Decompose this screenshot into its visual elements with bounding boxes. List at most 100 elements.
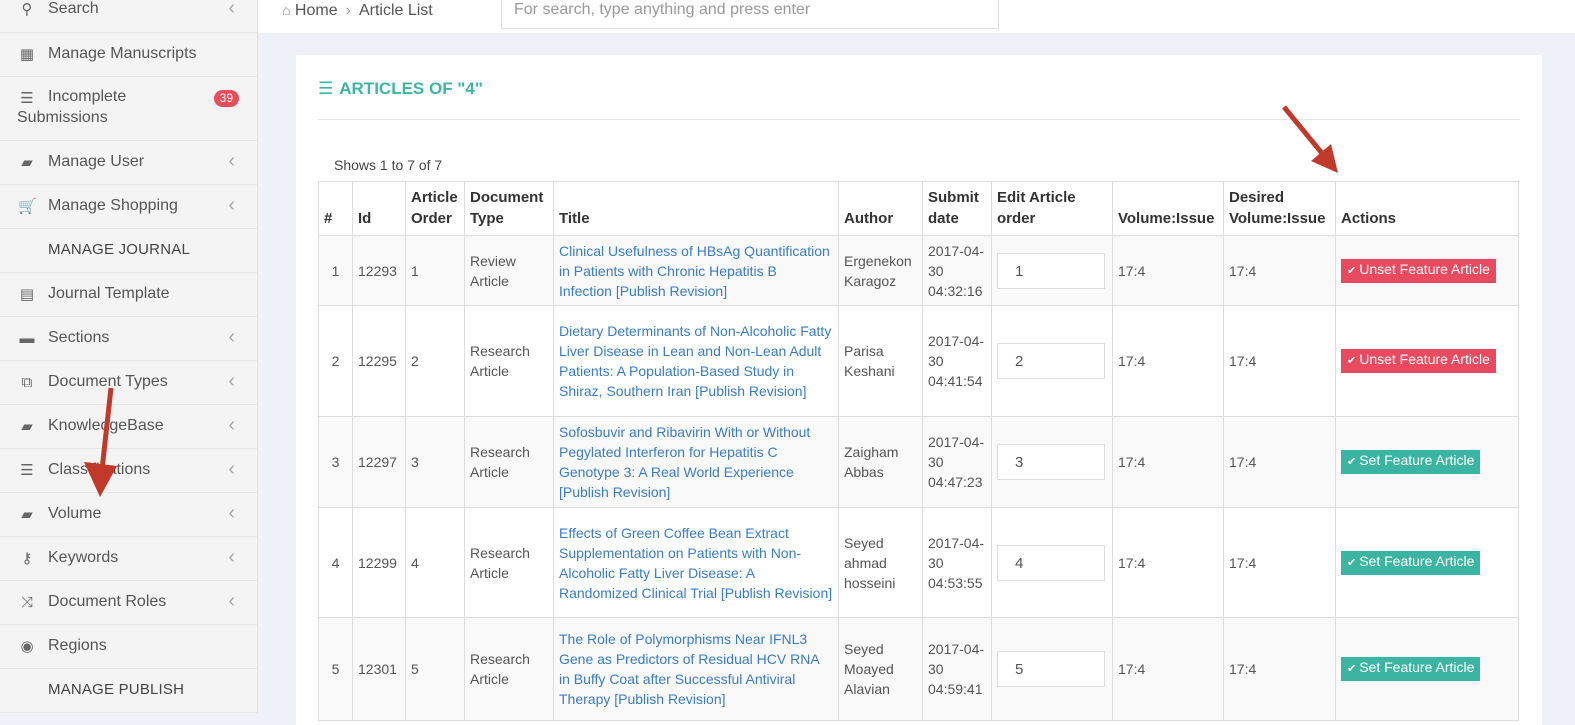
column-header: Volume:Issue [1112, 181, 1224, 236]
author-cell: Seyed ahmad hosseini [838, 507, 923, 618]
sidebar-item-sections[interactable]: ▬ Sections ‹ [0, 317, 257, 361]
unset-feature-button[interactable]: ✔ Unset Feature Article [1341, 349, 1496, 373]
breadcrumb-current: Article List [358, 2, 433, 19]
globe-icon: ◉ [20, 638, 34, 655]
set-feature-button[interactable]: ✔ Set Feature Article [1341, 550, 1481, 575]
sidebar-item-manage-manuscripts[interactable]: ▦ Manage Manuscripts [0, 33, 257, 77]
sidebar-item-manage-shopping[interactable]: 🛒 Manage Shopping ‹ [0, 185, 257, 229]
title-cell: Dietary Determinants of Non-Alcoholic Fa… [553, 305, 839, 417]
set-feature-button[interactable]: ✔ Set Feature Article [1341, 450, 1481, 474]
desired-volume-issue-cell: 17:4 [1223, 235, 1336, 306]
set-feature-button[interactable]: ✔ Set Feature Article [1341, 657, 1481, 681]
article-order-input[interactable]: 4 [997, 544, 1105, 581]
sidebar-item-label: Journal Template [48, 285, 170, 302]
sidebar-item-journal-template[interactable]: ▤ Journal Template [0, 273, 257, 317]
sidebar-item-label: Keywords [48, 549, 119, 566]
article-order-input[interactable]: 5 [997, 651, 1105, 687]
row-number-cell: 4 [318, 507, 353, 618]
sidebar-item-document-types[interactable]: ⧉ Document Types ‹ [0, 361, 257, 405]
article-title-link[interactable]: Dietary Determinants of Non-Alcoholic Fa… [559, 323, 831, 399]
sidebar-item-search[interactable]: ⚲ Search ‹ [0, 0, 257, 33]
author-cell: Zaigham Abbas [838, 416, 923, 508]
article-order-cell: 3 [405, 416, 465, 508]
volume-issue-cell: 17:4 [1112, 617, 1224, 721]
edit-order-cell: 1 [991, 235, 1113, 306]
chevron-left-icon: ‹ [228, 546, 235, 568]
home-icon: ⌂ [282, 2, 291, 18]
sidebar-item-document-roles[interactable]: ⤨ Document Roles ‹ [0, 581, 257, 625]
article-order-input[interactable]: 3 [997, 444, 1105, 480]
search-input[interactable]: For search, type anything and press ente… [501, 0, 999, 29]
sidebar-item-keywords[interactable]: ⚷ Keywords ‹ [0, 537, 257, 581]
sidebar-item-manage-user[interactable]: ▰ Manage User ‹ [0, 141, 257, 185]
template-icon: ▤ [19, 286, 35, 303]
edit-order-cell: 2 [991, 305, 1113, 417]
pagination-info: Shows 1 to 7 of 7 [334, 157, 443, 173]
author-cell: Seyed Moayed Alavian [838, 617, 923, 721]
count-badge: 39 [213, 90, 239, 107]
article-title-link[interactable]: Clinical Usefulness of HBsAg Quantificat… [559, 243, 830, 299]
actions-cell: ✔ Unset Feature Article [1335, 305, 1519, 417]
actions-cell: ✔ Unset Feature Article [1335, 235, 1519, 306]
dashboard-icon: ▦ [19, 46, 35, 63]
column-header: Title [553, 181, 839, 236]
sidebar-item-volume[interactable]: ▰ Volume ‹ [0, 493, 257, 537]
chevron-left-icon: ‹ [228, 370, 235, 392]
column-header: Submit date [922, 181, 992, 236]
column-header: # [318, 181, 353, 236]
author-cell: Ergenekon Karagoz [838, 235, 923, 306]
document-type-cell: Research Article [464, 617, 554, 721]
submit-date-cell: 2017-04-30 04:41:54 [922, 305, 992, 417]
article-order-input[interactable]: 2 [997, 343, 1105, 379]
table-header-row: # Id Article Order Document Type Title Author… [318, 181, 1519, 236]
sidebar-item-regions[interactable]: ◉ Regions [0, 625, 257, 669]
chevron-left-icon: ‹ [228, 194, 235, 216]
article-order-cell: 1 [405, 235, 465, 306]
sidebar-item-label: KnowledgeBase [48, 417, 164, 434]
sidebar-item-manage-journal: MANAGE JOURNAL [0, 229, 257, 273]
book-icon: ▰ [21, 418, 33, 435]
column-header: Desired Volume:Issue [1223, 181, 1336, 236]
column-header: Author [838, 181, 923, 236]
sidebar-item-knowledgebase[interactable]: ▰ KnowledgeBase ‹ [0, 405, 257, 449]
table-row: 2 12295 2 Research Article Dietary Determina… [318, 305, 1519, 417]
sidebar-item-incomplete[interactable]: ☰ Incomplete Submissions 39 [0, 77, 257, 141]
table-row: 1 12293 1 Review Article Clinical Usefulness… [318, 235, 1519, 306]
list-icon: ☰ [20, 90, 34, 107]
check-icon: ✔ [1347, 264, 1357, 277]
row-number-cell: 1 [318, 235, 353, 306]
article-title-link[interactable]: Sofosbuvir and Ribavirin With or Without… [559, 424, 810, 500]
column-header: Edit Article order [991, 181, 1113, 236]
article-title-link[interactable]: The Role of Polymorphisms Near IFNL3 Gen… [559, 631, 819, 707]
breadcrumb-home[interactable]: Home [295, 2, 338, 19]
unset-feature-button[interactable]: ✔ Unset Feature Article [1341, 258, 1496, 283]
check-icon: ✔ [1347, 456, 1357, 468]
title-cell: Effects of Green Coffee Bean Extract Sup… [553, 507, 839, 618]
article-order-input[interactable]: 1 [997, 252, 1105, 289]
folder-icon: ▬ [19, 330, 35, 347]
search-placeholder: For search, type anything and press ente… [514, 1, 811, 18]
sidebar-item-label: Manage Manuscripts [48, 45, 197, 62]
feature-button-label: Set Feature Article [1359, 552, 1475, 569]
article-title-link[interactable]: Effects of Green Coffee Bean Extract Sup… [559, 525, 832, 601]
article-id-cell: 12299 [352, 507, 406, 618]
sidebar-item-manage-publish: MANAGE PUBLISH [0, 669, 257, 713]
breadcrumb: ⌂ Home › Article List [282, 2, 433, 20]
document-type-cell: Research Article [464, 305, 554, 417]
divider [318, 119, 1520, 120]
chevron-left-icon: ‹ [228, 0, 235, 19]
cart-icon: 🛒 [18, 198, 37, 215]
sidebar-item-label: Regions [48, 637, 107, 654]
sidebar: ⚲ Search ‹ ▦ Manage Manuscripts ☰ Incomplete Su… [0, 0, 258, 713]
submit-date-cell: 2017-04-30 04:53:55 [922, 507, 992, 618]
edit-order-cell: 5 [991, 617, 1113, 721]
row-number-cell: 5 [318, 617, 353, 721]
actions-cell: ✔ Set Feature Article [1335, 507, 1519, 618]
sidebar-item-classifications[interactable]: ☰ Classifications ‹ [0, 449, 257, 493]
author-cell: Parisa Keshani [838, 305, 923, 417]
articles-panel: ☰ ARTICLES OF "4" Shows 1 to 7 of 7 # Id Ar… [296, 55, 1542, 725]
sidebar-item-label: Incomplete [48, 88, 127, 105]
check-icon: ✔ [1347, 663, 1357, 675]
check-icon: ✔ [1347, 556, 1357, 569]
search-icon: ⚲ [21, 1, 33, 18]
